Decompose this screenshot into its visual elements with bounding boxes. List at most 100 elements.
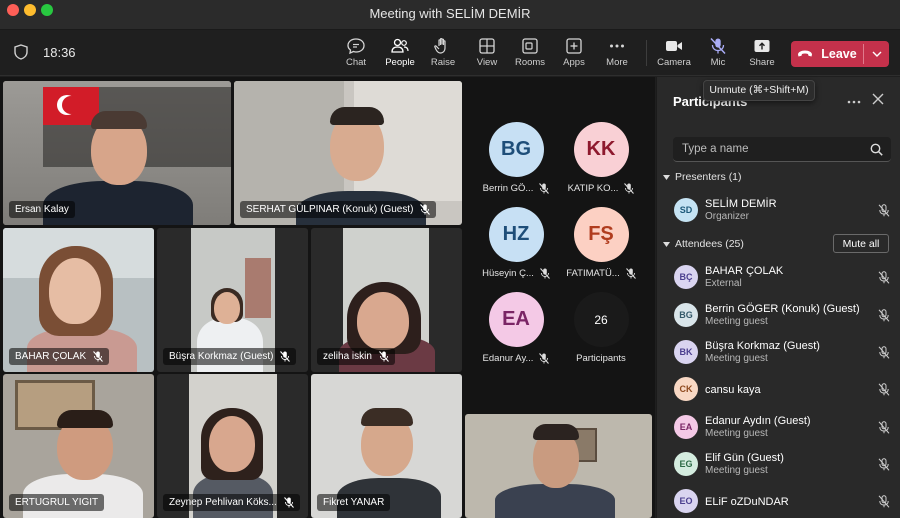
participant-name: BAHAR ÇOLAK — [705, 265, 784, 277]
people-label: People — [385, 57, 415, 68]
participant-role: Meeting guest — [705, 316, 768, 327]
view-label: View — [476, 57, 498, 68]
share-button[interactable]: Share — [740, 34, 784, 74]
apps-button[interactable]: Apps — [552, 34, 596, 74]
avatar-tile[interactable]: EA Edanur Ay... — [476, 292, 556, 364]
meeting-toolbar: 18:36 Chat People Raise View Rooms Apps … — [0, 30, 900, 79]
raise-hand-button[interactable]: Raise — [421, 34, 465, 74]
participant-name-tag: BAHAR ÇOLAK — [9, 348, 110, 365]
view-icon — [479, 38, 495, 54]
participant-row[interactable]: BG Berrin GÖGER (Konuk) (Guest) Meeting … — [673, 299, 893, 333]
mic-off-icon — [710, 37, 726, 55]
mic-off-icon — [625, 268, 636, 279]
rooms-icon — [522, 38, 538, 54]
participant-row[interactable]: EG Elif Gün (Guest) Meeting guest — [673, 448, 893, 482]
people-button[interactable]: People — [378, 34, 422, 79]
avatar: SD — [674, 198, 698, 222]
leave-options-button[interactable] — [864, 41, 889, 67]
avatar-tile[interactable]: KK KATIP KO... — [561, 122, 641, 194]
video-tile[interactable]: Ersan Kalay — [3, 81, 231, 225]
participant-name: Büşra Korkmaz (Guest) — [705, 340, 820, 352]
camera-icon — [666, 41, 682, 51]
participant-name-tag: Fikret YANAR — [317, 494, 391, 511]
title-bar: Meeting with SELİM DEMİR — [0, 0, 900, 30]
participant-name-tag: Zeynep Pehlivan Köks... — [163, 494, 300, 511]
mic-off-icon — [539, 268, 550, 279]
chat-button[interactable]: Chat — [334, 34, 378, 74]
mute-all-button[interactable]: Mute all — [833, 234, 889, 253]
avatar: KK — [573, 122, 629, 177]
video-tile[interactable]: BAHAR ÇOLAK — [3, 228, 154, 372]
mic-off-icon — [878, 383, 890, 396]
avatar-name: Participants — [576, 353, 626, 364]
mic-off-icon — [878, 495, 890, 508]
leave-button[interactable]: Leave — [791, 41, 889, 67]
camera-label: Camera — [657, 57, 691, 68]
participant-search[interactable] — [673, 137, 891, 162]
chat-label: Chat — [345, 57, 367, 68]
participants-overflow-tile[interactable]: 26 Participants — [561, 292, 641, 364]
share-label: Share — [749, 57, 775, 68]
camera-button[interactable]: Camera — [652, 34, 696, 74]
view-button[interactable]: View — [465, 34, 509, 74]
mic-off-icon — [539, 183, 550, 194]
chat-icon — [347, 38, 365, 55]
participants-panel: Participants Presenters (1) SD SELİM DEM… — [656, 77, 900, 518]
share-icon — [754, 40, 770, 52]
mic-off-icon — [420, 204, 431, 215]
presenters-section-header[interactable]: Presenters (1) — [663, 171, 742, 183]
participant-row[interactable]: EO ELiF oZDuNDAR — [673, 485, 893, 518]
participant-name-tag: Ersan Kalay — [9, 201, 75, 218]
avatar: BK — [674, 340, 698, 364]
avatar: FŞ — [573, 207, 629, 262]
avatar-name: FATIMATÜ... — [566, 268, 620, 279]
participant-row[interactable]: BK Büşra Korkmaz (Guest) Meeting guest — [673, 336, 893, 370]
shield-icon — [14, 44, 28, 60]
more-icon — [847, 100, 861, 104]
avatar-tile[interactable]: BG Berrin GÖ... — [476, 122, 556, 194]
mic-button[interactable]: Mic — [696, 34, 740, 74]
video-tile[interactable]: Fikret YANAR — [311, 374, 462, 518]
rooms-button[interactable]: Rooms — [508, 34, 552, 74]
participant-name: Elif Gün (Guest) — [705, 452, 784, 464]
attendees-section-header[interactable]: Attendees (25) — [663, 238, 744, 250]
mic-label: Mic — [710, 57, 726, 68]
participant-row[interactable]: CK cansu kaya — [673, 373, 893, 407]
avatar: EG — [674, 452, 698, 476]
video-tile[interactable]: Zeynep Pehlivan Köks... — [157, 374, 308, 518]
panel-more-button[interactable] — [847, 91, 861, 107]
search-input[interactable] — [682, 137, 862, 161]
avatar: EO — [674, 489, 698, 513]
mic-off-icon — [878, 346, 890, 359]
avatar-tile[interactable]: HZ Hüseyin Ç... — [476, 207, 556, 279]
leave-main[interactable]: Leave — [791, 41, 863, 67]
video-tile[interactable]: ERTUGRUL YIGIT — [3, 374, 154, 518]
toolbar-divider — [646, 40, 647, 66]
mic-off-icon — [93, 351, 104, 362]
avatar-name: KATIP KO... — [567, 183, 619, 194]
mic-off-icon — [878, 458, 890, 471]
video-tile[interactable]: SERHAT GÜLPINAR (Konuk) (Guest) — [234, 81, 462, 225]
avatar: BG — [488, 122, 544, 177]
participant-name: Berrin GÖGER (Konuk) (Guest) — [705, 303, 860, 315]
chevron-down-icon — [663, 241, 670, 247]
avatar-tile[interactable]: FŞ FATIMATÜ... — [561, 207, 641, 279]
participant-role: Meeting guest — [705, 428, 768, 439]
self-video-tile[interactable] — [465, 414, 652, 518]
video-tile[interactable]: zeliha iskin — [311, 228, 462, 372]
video-background — [245, 258, 271, 318]
meeting-timer: 18:36 — [43, 45, 76, 60]
participant-name-tag: ERTUGRUL YIGIT — [9, 494, 105, 511]
video-tile[interactable]: Büşra Korkmaz (Guest) — [157, 228, 308, 372]
participant-row[interactable]: EA Edanur Aydın (Guest) Meeting guest — [673, 411, 893, 445]
mic-off-icon — [878, 309, 890, 322]
mic-off-icon — [283, 497, 294, 508]
people-icon — [391, 38, 409, 53]
participant-name: Edanur Aydın (Guest) — [705, 415, 811, 427]
more-button[interactable]: More — [595, 34, 639, 74]
participant-row[interactable]: BÇ BAHAR ÇOLAK External — [673, 261, 893, 295]
search-icon — [870, 143, 883, 156]
close-icon[interactable] — [871, 92, 885, 106]
participant-row[interactable]: SD SELİM DEMİR Organizer — [673, 194, 893, 228]
more-icon — [610, 44, 624, 48]
